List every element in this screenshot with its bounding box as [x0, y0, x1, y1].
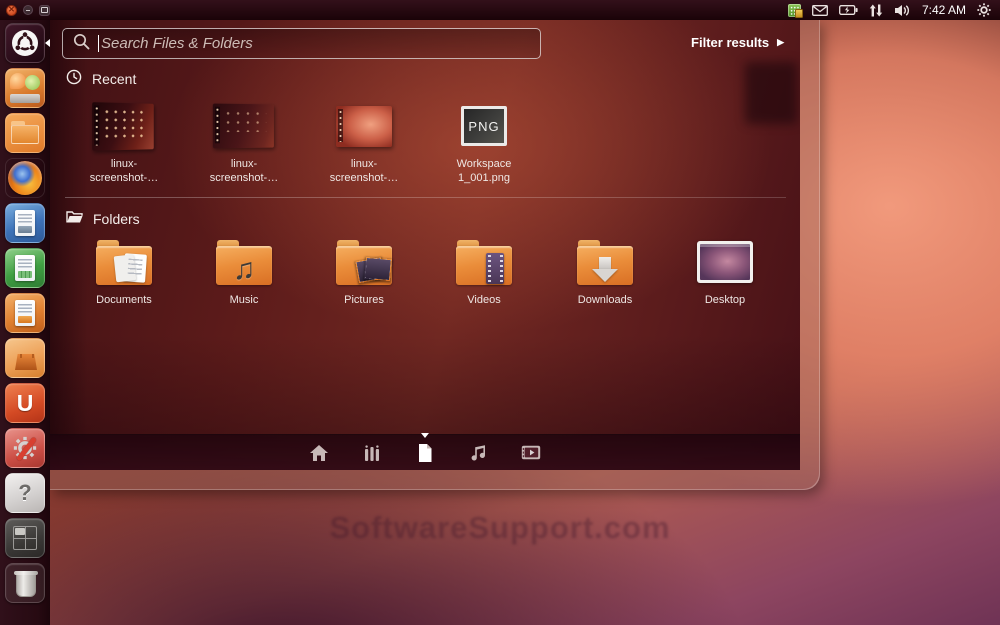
search-icon — [73, 33, 90, 55]
recent-item-label: linux-screenshot-… — [80, 158, 168, 186]
dash-content: Filter results ▶ Recent linux-screenshot… — [50, 20, 800, 470]
launcher-item-software-center[interactable] — [5, 338, 45, 378]
folder-item-label: Videos — [440, 294, 528, 308]
screenshot-thumbnail — [213, 104, 274, 149]
ubuntu-logo-icon — [12, 30, 38, 56]
home-lens-icon[interactable] — [307, 441, 331, 465]
folders-section-title: Folders — [93, 211, 140, 227]
launcher-item-workspace-switcher[interactable] — [5, 518, 45, 558]
filter-expand-arrow-icon: ▶ — [777, 38, 784, 47]
trash-bin-icon — [16, 571, 36, 597]
music-note-glyph: ♫ — [233, 255, 256, 285]
pictures-folder-icon — [336, 240, 392, 285]
launcher-item-home-folder[interactable] — [5, 68, 45, 108]
launcher-item-help[interactable]: ? — [5, 473, 45, 513]
screenshot-thumbnail — [336, 106, 392, 147]
launcher-item-libreoffice-impress[interactable] — [5, 293, 45, 333]
desktop-monitor-icon — [697, 241, 753, 283]
battery-indicator-icon[interactable] — [839, 5, 858, 15]
firefox-icon — [8, 161, 42, 195]
active-app-arrow-icon — [45, 39, 50, 47]
folder-item-music[interactable]: ♫ Music — [189, 234, 299, 308]
filter-results-button[interactable]: Filter results ▶ — [691, 35, 784, 50]
filter-results-label: Filter results — [691, 35, 769, 50]
folder-item-downloads[interactable]: Downloads — [550, 234, 660, 308]
videos-folder-icon — [456, 240, 512, 285]
recent-section-title: Recent — [92, 71, 136, 87]
folder-item-label: Pictures — [320, 294, 408, 308]
recent-item-label: linux-screenshot-… — [200, 158, 288, 186]
png-file-thumbnail: PNG — [461, 106, 507, 146]
files-lens-icon[interactable] — [413, 441, 437, 465]
folder-item-label: Downloads — [561, 294, 649, 308]
search-input[interactable] — [101, 35, 530, 52]
downloads-folder-icon — [577, 240, 633, 285]
close-button[interactable]: ✕ — [6, 5, 17, 16]
recent-item[interactable]: PNG Workspace 1_001.png — [429, 98, 539, 186]
recent-item-label: linux-screenshot-… — [320, 158, 408, 186]
text-caret — [98, 35, 99, 52]
recent-item[interactable]: linux-screenshot-… — [189, 98, 299, 186]
clock-menu[interactable]: 7:42 AM — [922, 3, 966, 17]
minimize-button[interactable] — [23, 5, 33, 15]
window-controls: ✕ — [6, 5, 50, 16]
folder-item-pictures[interactable]: Pictures — [309, 234, 419, 308]
folder-icon — [66, 210, 83, 227]
lens-bar — [50, 434, 800, 470]
folder-item-desktop[interactable]: Desktop — [670, 234, 780, 308]
folder-item-videos[interactable]: Videos — [429, 234, 539, 308]
launcher-item-ubuntu-one[interactable]: U — [5, 383, 45, 423]
background-window-blur — [745, 62, 797, 124]
launcher-item-trash[interactable] — [5, 563, 45, 603]
session-menu-gear-icon[interactable] — [977, 3, 991, 17]
messaging-menu-icon[interactable] — [812, 5, 828, 16]
video-lens-icon[interactable] — [519, 441, 543, 465]
recent-item[interactable]: linux-screenshot-… — [309, 98, 419, 186]
shopping-bag-icon — [15, 354, 37, 370]
music-folder-icon: ♫ — [216, 240, 272, 285]
launcher-item-system-settings[interactable] — [5, 428, 45, 468]
dash-home-button[interactable] — [5, 23, 45, 63]
indicator-area: 7:42 AM — [788, 3, 1000, 17]
maximize-button[interactable] — [39, 5, 50, 16]
music-lens-icon[interactable] — [466, 441, 490, 465]
folder-item-label: Music — [200, 294, 288, 308]
documents-folder-icon — [96, 240, 152, 285]
watermark-text: SoftwareSupport.com — [170, 510, 830, 546]
recent-item[interactable]: linux-screenshot-… — [69, 98, 179, 186]
folder-item-label: Documents — [80, 294, 168, 308]
question-mark-icon: ? — [18, 480, 31, 506]
screenshot-thumbnail — [92, 102, 154, 151]
folder-item-label: Desktop — [681, 294, 769, 308]
launcher-item-file-manager[interactable] — [5, 113, 45, 153]
applications-lens-icon[interactable] — [360, 441, 384, 465]
folder-item-documents[interactable]: Documents — [69, 234, 179, 308]
section-separator — [65, 197, 786, 198]
keyboard-lock-indicator-icon[interactable] — [788, 4, 801, 17]
network-indicator-icon[interactable] — [869, 4, 883, 17]
launcher-item-libreoffice-writer[interactable] — [5, 203, 45, 243]
dash-panel: Filter results ▶ Recent linux-screenshot… — [50, 20, 820, 490]
top-panel: ✕ 7:42 AM — [0, 0, 1000, 20]
ubuntu-one-letter: U — [17, 392, 34, 415]
unity-launcher: U ? — [0, 20, 50, 625]
launcher-item-firefox[interactable] — [5, 158, 45, 198]
recent-item-label: Workspace 1_001.png — [440, 158, 528, 186]
launcher-item-libreoffice-calc[interactable] — [5, 248, 45, 288]
ubuntu-desktop: SoftwareSupport.com Filter results ▶ — [0, 0, 1000, 625]
search-bar[interactable] — [62, 28, 541, 59]
recent-section-header: Recent — [66, 69, 136, 88]
volume-indicator-icon[interactable] — [894, 4, 911, 17]
folders-section-header: Folders — [66, 210, 140, 227]
clock-icon — [66, 69, 82, 88]
